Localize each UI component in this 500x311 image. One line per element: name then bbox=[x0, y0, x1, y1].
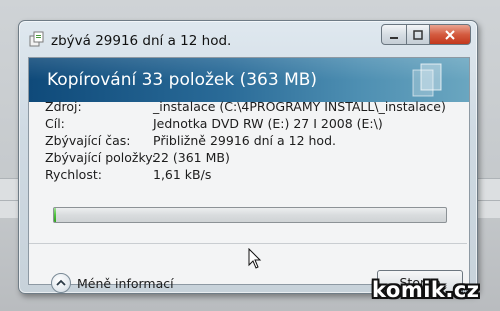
minimize-button[interactable] bbox=[381, 24, 407, 45]
detail-value: _instalace (C:\4PROGRAMY INSTALL\_instal… bbox=[153, 99, 446, 114]
detail-label: Rychlost: bbox=[45, 167, 102, 182]
watermark-logo: komik.cz bbox=[372, 278, 480, 302]
detail-label: Zdroj: bbox=[45, 99, 82, 114]
copy-app-icon bbox=[29, 31, 44, 47]
less-info-label: Méně informací bbox=[77, 275, 174, 291]
detail-value: Přibližně 29916 dní a 12 hod. bbox=[153, 133, 336, 148]
minimize-icon bbox=[390, 36, 398, 39]
detail-value: Jednotka DVD RW (E:) 27 I 2008 (E:\) bbox=[153, 116, 383, 131]
detail-value: 22 (361 MB) bbox=[153, 150, 230, 165]
documents-icon bbox=[412, 63, 442, 97]
detail-value: 1,61 kB/s bbox=[153, 167, 212, 182]
footer-divider bbox=[29, 243, 467, 244]
copy-summary-title: Kopírování 33 položek (363 MB) bbox=[47, 70, 318, 90]
progress-fill bbox=[54, 208, 56, 222]
title-bar[interactable]: zbývá 29916 dní a 12 hod. bbox=[19, 21, 477, 57]
mouse-pointer-icon bbox=[248, 248, 262, 269]
less-info-toggle[interactable]: Méně informací bbox=[51, 273, 174, 293]
window-title: zbývá 29916 dní a 12 hod. bbox=[51, 33, 232, 49]
window-controls bbox=[381, 24, 471, 45]
header-band: Kopírování 33 položek (363 MB) bbox=[29, 58, 469, 102]
maximize-button[interactable] bbox=[407, 24, 430, 45]
detail-label: Zbývající čas: bbox=[45, 133, 131, 148]
detail-label: Cíl: bbox=[45, 116, 65, 131]
detail-label: Zbývající položky: bbox=[45, 150, 156, 165]
close-button[interactable] bbox=[430, 24, 471, 45]
chevron-up-icon bbox=[51, 273, 71, 293]
close-icon bbox=[445, 29, 455, 40]
maximize-icon bbox=[413, 29, 423, 40]
copy-progress-bar bbox=[53, 207, 447, 223]
